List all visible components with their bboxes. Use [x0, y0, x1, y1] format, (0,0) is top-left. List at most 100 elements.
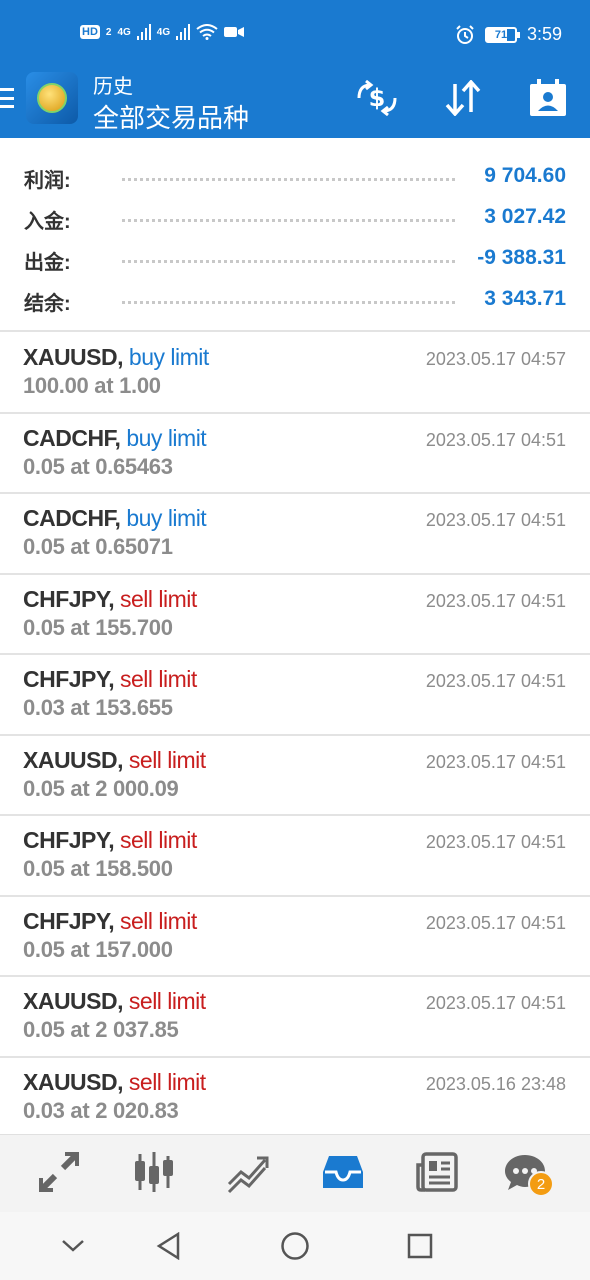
order-detail: 0.03 at 153.655 [23, 695, 173, 720]
order-time: 2023.05.16 23:48 [425, 1073, 566, 1094]
summary-label: 结余: [24, 293, 71, 315]
status-bar: HD 2 4G 4G 71 3:59 [0, 0, 590, 68]
summary-value: 3 343.71 [484, 287, 566, 310]
page-title: 历史 [93, 76, 133, 98]
currency-exchange-icon[interactable]: $ [354, 76, 400, 120]
order-title: CHFJPY, sell limit [23, 666, 197, 693]
order-symbol: XAUUSD, [23, 746, 124, 773]
order-type: sell limit [119, 585, 197, 612]
order-detail: 0.05 at 158.500 [23, 856, 173, 881]
network-label-1: 4G [117, 26, 131, 38]
list-item[interactable]: XAUUSD, buy limit 100.00 at 1.00 2023.05… [0, 333, 590, 414]
order-history-list: XAUUSD, buy limit 100.00 at 1.00 2023.05… [0, 333, 590, 1138]
list-item[interactable]: XAUUSD, sell limit 0.05 at 2 000.09 2023… [0, 736, 590, 816]
order-time: 2023.05.17 04:51 [425, 832, 566, 852]
order-detail: 0.05 at 0.65463 [23, 453, 173, 479]
wifi-icon [196, 24, 218, 40]
dot-leader [122, 178, 455, 181]
order-symbol: CHFJPY, [23, 827, 115, 853]
dot-leader [122, 219, 455, 222]
order-type: buy limit [126, 505, 207, 531]
alarm-icon [456, 24, 474, 44]
svg-text:$: $ [369, 84, 386, 112]
signal-icon [136, 24, 151, 40]
clock: 3:59 [526, 24, 562, 44]
list-item[interactable]: XAUUSD, sell limit 0.03 at 2 020.83 2023… [0, 1058, 590, 1139]
order-detail: 100.00 at 1.00 [23, 373, 161, 398]
list-item[interactable]: XAUUSD, sell limit 0.05 at 2 037.85 2023… [0, 977, 590, 1058]
order-time: 2023.05.17 04:51 [425, 993, 566, 1013]
sort-icon[interactable] [440, 76, 486, 120]
home-icon[interactable] [273, 1226, 317, 1266]
order-symbol: CADCHF, [23, 424, 121, 451]
news-icon[interactable] [412, 1147, 462, 1197]
order-title: XAUUSD, sell limit [23, 1069, 206, 1096]
summary-label: 入金: [24, 211, 71, 233]
order-type: buy limit [128, 344, 209, 370]
order-detail: 0.05 at 157.000 [23, 936, 173, 962]
summary-row-balance: 结余: 3 343.71 [0, 277, 590, 317]
app-bar: 历史 全部交易品种 $ [0, 68, 590, 138]
order-title: CHFJPY, sell limit [23, 827, 197, 854]
list-item[interactable]: CHFJPY, sell limit 0.03 at 153.655 2023.… [0, 655, 590, 736]
order-type: buy limit [126, 424, 207, 451]
status-indicators: HD 2 4G 4G [80, 24, 245, 40]
order-symbol: XAUUSD, [23, 344, 124, 370]
order-title: XAUUSD, sell limit [23, 747, 206, 774]
order-detail: 0.05 at 155.700 [23, 614, 173, 640]
summary-row-withdrawal: 出金: -9 388.31 [0, 236, 590, 276]
app-logo[interactable] [26, 72, 78, 124]
order-title: CHFJPY, sell limit [23, 586, 197, 613]
order-time: 2023.05.17 04:57 [425, 349, 566, 369]
chevron-down-icon[interactable] [51, 1226, 95, 1266]
order-symbol: CHFJPY, [23, 585, 115, 612]
order-symbol: CADCHF, [23, 505, 121, 531]
order-time: 2023.05.17 04:51 [425, 671, 566, 691]
list-item[interactable]: CADCHF, buy limit 0.05 at 0.65071 2023.0… [0, 494, 590, 575]
order-type: sell limit [119, 827, 197, 853]
order-type: sell limit [128, 988, 206, 1014]
hd-badge: HD [80, 25, 100, 39]
menu-icon[interactable] [0, 86, 14, 110]
report-icon[interactable] [526, 76, 570, 120]
trade-icon[interactable] [223, 1147, 273, 1197]
quotes-icon[interactable] [34, 1147, 84, 1197]
signal-icon [176, 24, 191, 40]
order-detail: 0.05 at 2 000.09 [23, 775, 179, 801]
chat-icon[interactable]: 2 [500, 1147, 554, 1197]
order-detail: 0.03 at 2 020.83 [23, 1097, 179, 1123]
summary-label: 利润: [24, 170, 71, 192]
order-time: 2023.05.17 04:51 [425, 510, 566, 530]
order-detail: 0.05 at 0.65071 [23, 534, 173, 559]
video-icon [224, 27, 245, 37]
order-title: CADCHF, buy limit [23, 505, 207, 532]
order-type: sell limit [128, 1068, 206, 1095]
bottom-navigation: 2 [0, 1134, 590, 1212]
order-symbol: XAUUSD, [23, 988, 124, 1014]
list-item[interactable]: CHFJPY, sell limit 0.05 at 157.000 2023.… [0, 897, 590, 977]
dot-leader [122, 301, 455, 304]
recents-icon[interactable] [398, 1226, 442, 1266]
hd-sub: 2 [105, 26, 112, 38]
order-title: XAUUSD, sell limit [23, 988, 206, 1015]
battery-level: 71 [494, 28, 508, 41]
balance-summary: 利润: 9 704.60 入金: 3 027.42 出金: -9 388.31 … [0, 148, 590, 332]
order-detail: 0.05 at 2 037.85 [23, 1017, 179, 1042]
summary-value: 3 027.42 [484, 205, 566, 228]
order-time: 2023.05.17 04:51 [425, 912, 566, 933]
order-time: 2023.05.17 04:51 [425, 590, 566, 611]
list-item[interactable]: CHFJPY, sell limit 0.05 at 155.700 2023.… [0, 575, 590, 655]
symbol-filter-title[interactable]: 全部交易品种 [93, 98, 249, 135]
chart-icon[interactable] [129, 1147, 179, 1197]
history-icon[interactable] [318, 1147, 368, 1197]
order-title: CHFJPY, sell limit [23, 908, 197, 935]
order-type: sell limit [119, 907, 197, 934]
order-time: 2023.05.17 04:51 [425, 751, 566, 772]
chat-badge: 2 [528, 1171, 554, 1197]
order-time: 2023.05.17 04:51 [425, 429, 566, 450]
summary-row-profit: 利润: 9 704.60 [0, 154, 590, 194]
list-item[interactable]: CADCHF, buy limit 0.05 at 0.65463 2023.0… [0, 414, 590, 494]
list-item[interactable]: CHFJPY, sell limit 0.05 at 158.500 2023.… [0, 816, 590, 897]
back-icon[interactable] [147, 1226, 191, 1266]
dot-leader [122, 260, 455, 263]
